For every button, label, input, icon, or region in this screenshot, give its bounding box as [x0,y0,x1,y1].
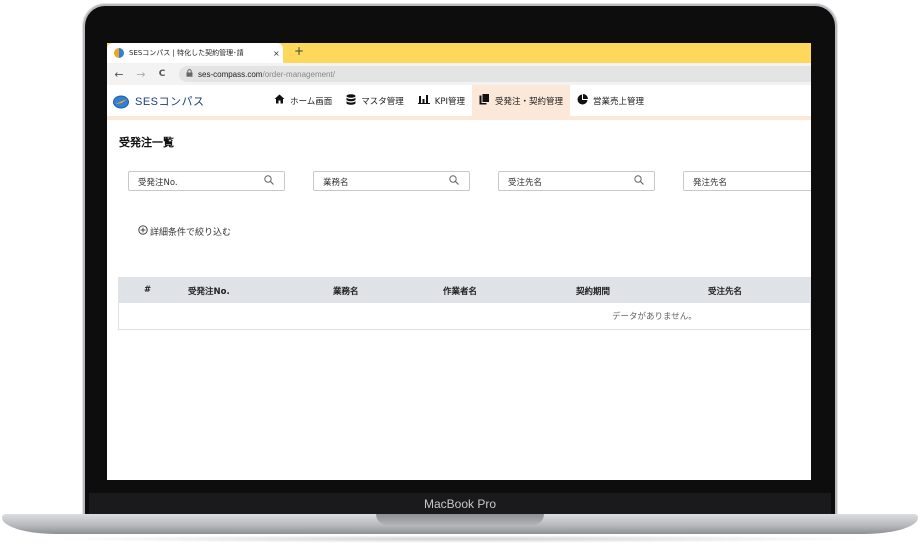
table-header: # 受発注No. 業務名 作業者名 契約期間 受注先名 [118,277,811,303]
nav-item-label: ホーム画面 [290,96,333,107]
compass-logo-icon [113,94,129,109]
close-tab-icon[interactable]: × [273,49,280,58]
address-bar: ← → C ses-compass.com/order-management/ [107,63,811,85]
search-icon [449,175,459,188]
new-tab-button[interactable]: + [294,44,304,58]
logo[interactable]: SESコンパス [113,93,205,109]
column-header[interactable]: 作業者名 [443,285,477,297]
search-job-name[interactable]: 業務名 [313,171,470,191]
nav-item-master[interactable]: マスタ管理 [339,85,411,116]
documents-icon [479,93,490,108]
nav-item-sales[interactable]: 営業売上管理 [570,85,651,116]
column-header[interactable]: 受注先名 [708,285,742,297]
column-header[interactable]: # [144,285,151,295]
nav-item-label: KPI管理 [434,96,465,107]
database-icon [346,93,356,108]
search-placeholder: 業務名 [323,178,349,188]
url-host: ses-compass.com [198,69,263,79]
lock-icon [186,69,193,79]
pie-chart-icon [577,93,588,108]
main-nav: ホーム画面 マスタ管理 KPI管理 受発注・契約管理 営業売上管理 [267,85,651,116]
table-body: データがありません。 [118,303,811,330]
plus-circle-icon [138,225,148,238]
search-client-name[interactable]: 受注先名 [498,171,655,191]
reload-icon[interactable]: C [156,69,168,79]
search-placeholder: 受注先名 [508,178,543,188]
tab-title: SESコンパス | 特化した契約管理･請 [129,49,244,57]
browser-tab[interactable]: SESコンパス | 特化した契約管理･請 × [107,43,283,63]
forward-icon[interactable]: → [135,68,147,81]
back-icon[interactable]: ← [113,68,125,81]
favicon-icon [114,48,124,58]
search-icon [634,175,644,188]
search-vendor-name[interactable]: 発注先名 [683,171,811,191]
app-header: SESコンパス ホーム画面 マスタ管理 KPI管理 受発注・契約管理 営業売上管… [107,85,811,120]
search-placeholder: 発注先名 [693,178,728,188]
logo-text: SESコンパス [135,96,205,108]
search-placeholder: 受発注No. [138,178,178,188]
column-header[interactable]: 受発注No. [188,285,230,297]
nav-item-label: マスタ管理 [361,96,404,107]
orders-table: # 受発注No. 業務名 作業者名 契約期間 受注先名 データがありません。 [118,277,811,330]
url-field[interactable]: ses-compass.com/order-management/ [179,66,811,82]
url-path: /order-management/ [262,69,335,79]
nav-item-label: 受発注・契約管理 [494,96,563,107]
browser-tab-bar: SESコンパス | 特化した契約管理･請 × + [107,43,811,63]
nav-item-kpi[interactable]: KPI管理 [411,85,472,116]
column-header[interactable]: 業務名 [333,285,359,297]
empty-message: データがありません。 [612,312,697,322]
home-icon [274,94,285,107]
screen: SESコンパス | 特化した契約管理･請 × + ← → C ses-compa… [107,43,811,480]
search-order-no[interactable]: 受発注No. [128,171,285,191]
search-icon [264,175,274,188]
nav-item-orders[interactable]: 受発注・契約管理 [471,85,570,116]
detail-filter-link[interactable]: 詳細条件で絞り込む [138,225,231,238]
column-header[interactable]: 契約期間 [576,285,610,297]
bar-chart-icon [417,94,430,107]
url-text: ses-compass.com/order-management/ [198,70,335,79]
filter-link-label: 詳細条件で絞り込む [150,228,232,238]
model-label: MacBook Pro [423,497,497,511]
nav-item-label: 営業売上管理 [593,96,645,107]
laptop-shadow [40,535,880,543]
nav-item-home[interactable]: ホーム画面 [267,85,339,116]
page-title: 受発注一覧 [119,136,174,149]
laptop-notch [376,514,544,525]
